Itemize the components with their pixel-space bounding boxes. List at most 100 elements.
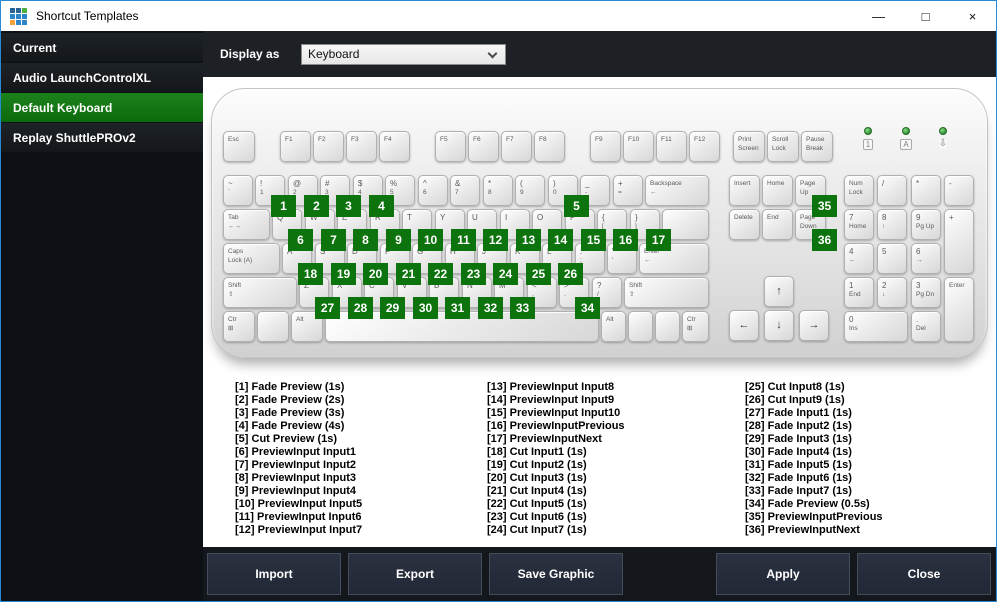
shortcut-key-badge-32: 32 [478,297,503,319]
shortcut-key-badge-36: 36 [812,229,837,251]
key-blank: ! 1 1 [255,175,296,217]
key-esc: Esc [223,131,255,162]
shortcut-key-badge-23: 23 [461,263,486,285]
shortcut-column-2: [13] PreviewInput Input8 [14] PreviewInpu… [487,381,625,537]
key-f11: F11 [656,131,687,162]
shortcut-key-badge-35: 35 [812,195,837,217]
key-end: End [762,209,793,240]
key-blank: . Del [911,311,941,342]
window-controls: — □ × [855,1,996,31]
led-light [939,127,947,135]
shortcut-column-3: [25] Cut Input8 (1s) [26] Cut Input9 (1s)… [745,381,883,537]
led-icon: 1 [862,139,874,150]
key-blank: ^ 6 [418,175,448,206]
key-blank: ) 0 5 [548,175,589,217]
close-button[interactable]: Close [857,553,991,595]
key-5: 5 [877,243,907,274]
app-icon-square [16,13,21,19]
key-blank: → [799,310,829,341]
shortcut-item: [18] Cut Input1 (1s) [487,446,587,458]
topbar: Display as Keyboard [203,31,996,77]
sidebar-item-replay-shuttleprov2[interactable]: Replay ShuttlePROv2 [1,123,203,152]
sidebar-item-current[interactable]: Current [1,33,203,62]
app-icon-square [22,7,27,13]
display-as-dropdown[interactable]: Keyboard [301,43,506,65]
shortcut-key-badge-8: 8 [353,229,378,251]
shortcut-key-badge-7: 7 [321,229,346,251]
key-f2: F2 [313,131,344,162]
app-icon-square [16,7,21,13]
maximize-button[interactable]: □ [902,1,949,31]
shortcut-item: [34] Fade Preview (0.5s) [745,498,870,510]
shortcut-item: [6] PreviewInput Input1 [235,446,357,458]
key-0: 0 Ins [844,311,908,342]
shortcut-item: [35] PreviewInputPrevious [745,511,883,523]
export-button[interactable]: Export [348,553,482,595]
led-light [864,127,872,135]
key-9: 9 Pg Up [911,209,941,240]
key-blank: + [944,209,974,274]
shortcut-item: [2] Fade Preview (2s) [235,394,345,406]
content: Esc F1 F2 F3 F4 F5 F6 F7 F8 F9 F10 F11 F12 Print Scree… [203,77,996,547]
key-insert: Insert [729,175,760,206]
shortcut-key-badge-13: 13 [516,229,541,251]
key-f1: F1 [280,131,311,162]
led-light [902,127,910,135]
app-icon-square [16,19,21,25]
shortcut-item: [7] PreviewInput Input2 [235,459,357,471]
import-button[interactable]: Import [207,553,341,595]
shortcut-item: [26] Cut Input9 (1s) [745,394,845,406]
shortcut-item: [12] PreviewInput Input7 [235,524,363,536]
shortcut-item: [27] Fade Input1 (1s) [745,407,852,419]
sidebar-item-audio-launchcontrolxl[interactable]: Audio LaunchControlXL [1,63,203,92]
key-blank [257,311,289,342]
shortcut-item: [30] Fade Input4 (1s) [745,446,852,458]
key-num: Num Lock [844,175,874,206]
app-icon-square [22,13,27,19]
key-blank: / [877,175,907,206]
shortcut-item: [21] Cut Input4 (1s) [487,485,587,497]
shortcut-key-badge-19: 19 [331,263,356,285]
key-blank: ↓ [764,310,794,341]
shortcut-key-badge-14: 14 [548,229,573,251]
key-f8: F8 [534,131,565,162]
key-blank: ← [729,310,759,341]
shortcut-item: [9] PreviewInput Input4 [235,485,357,497]
key-f10: F10 [623,131,654,162]
key-alt: Alt [601,311,626,342]
shortcut-key-badge-29: 29 [380,297,405,319]
key-1: 1 End [844,277,874,308]
close-button[interactable]: × [949,1,996,31]
shortcut-key-badge-9: 9 [386,229,411,251]
shortcut-item: [32] Fade Input6 (1s) [745,472,852,484]
shortcut-item: [5] Cut Preview (1s) [235,433,338,445]
shortcut-key-badge-3: 3 [336,195,361,217]
led-icon: A [900,139,912,150]
shortcut-key-badge-21: 21 [396,263,421,285]
key-blank: ↑ [764,276,794,307]
titlebar: Shortcut Templates — □ × [1,1,996,31]
led-indicator-1: 1 [858,127,878,150]
sidebar-item-default-keyboard[interactable]: Default Keyboard [1,93,203,122]
footer-buttonbar: Import Export Save Graphic Apply Close [203,547,996,601]
shortcut-item: [25] Cut Input8 (1s) [745,381,845,393]
key-blank: (9 [515,175,545,206]
key-blank: & 7 [450,175,480,206]
keyboard-graphic: Esc F1 F2 F3 F4 F5 F6 F7 F8 F9 F10 F11 F12 Print Scree… [211,88,988,358]
shortcut-item: [22] Cut Input5 (1s) [487,498,587,510]
shortcut-key-badge-33: 33 [510,297,535,319]
shortcut-templates-window: Shortcut Templates — □ × Current Audio Laun… [0,0,997,602]
shortcut-item: [33] Fade Input7 (1s) [745,485,852,497]
shortcut-key-badge-27: 27 [315,297,340,319]
key-blank: * [911,175,941,206]
key-ctr: Ctr ⊞ [223,311,255,342]
shortcut-column-1: [1] Fade Preview (1s) [2] Fade Preview (2… [235,381,362,537]
shortcut-item: [11] PreviewInput Input6 [235,511,362,523]
shortcut-item: [8] PreviewInput Input3 [235,472,357,484]
save-graphic-button[interactable]: Save Graphic [489,553,623,595]
key-blank: - [944,175,974,206]
shortcut-item: [4] Fade Preview (4s) [235,420,345,432]
apply-button[interactable]: Apply [716,553,850,595]
minimize-button[interactable]: — [855,1,902,31]
shortcut-key-badge-12: 12 [483,229,508,251]
